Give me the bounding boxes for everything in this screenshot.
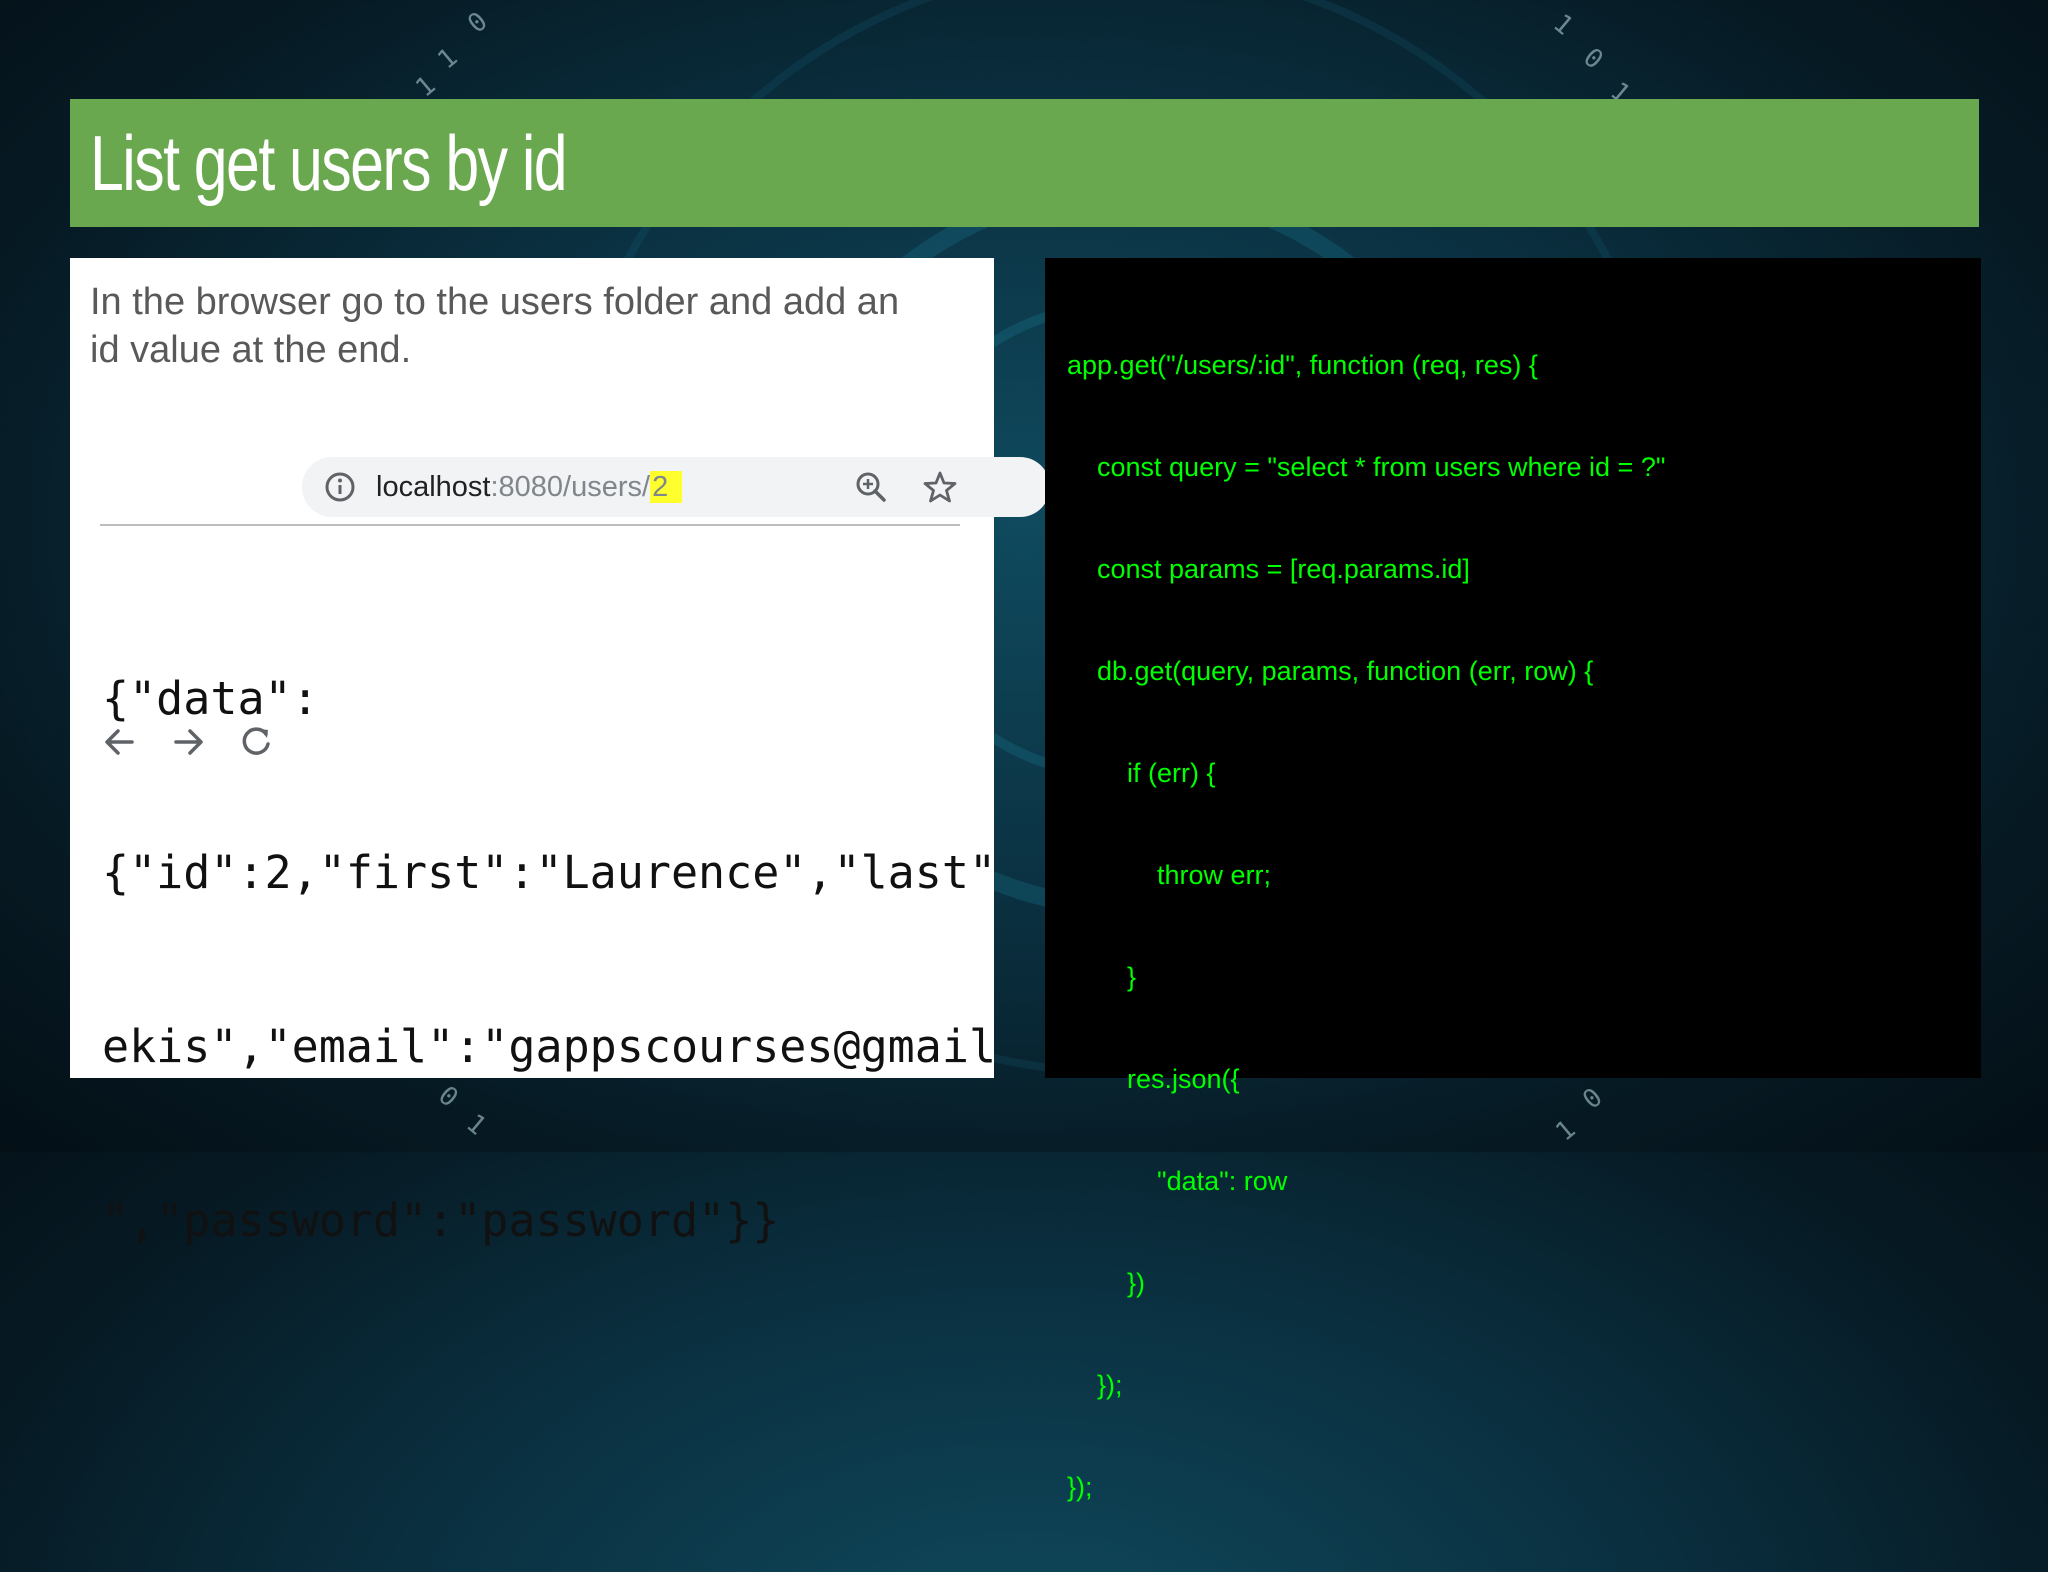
url-host: localhost xyxy=(376,471,491,503)
code-line: db.get(query, params, function (err, row… xyxy=(1067,656,1594,686)
zoom-icon[interactable] xyxy=(854,470,888,504)
instruction-line: In the browser go to the users folder an… xyxy=(90,281,900,323)
code-line: "data": row xyxy=(1067,1166,1288,1196)
code-line: }); xyxy=(1067,1370,1123,1400)
json-line: ekis","email":"gappscourses@gmail xyxy=(102,1020,992,1073)
code-line: const query = "select * from users where… xyxy=(1067,452,1666,482)
code-line: }) xyxy=(1067,1268,1146,1298)
code-line: } xyxy=(1067,962,1137,992)
instruction-line: id value at the end. xyxy=(90,329,412,371)
json-response: {"data": {"id":2,"first":"Laurence","las… xyxy=(102,554,992,1366)
title-bar: List get users by id xyxy=(70,99,1979,227)
info-icon[interactable] xyxy=(324,471,356,503)
address-url[interactable]: localhost:8080/users/2 xyxy=(376,470,683,504)
code-line: const params = [req.params.id] xyxy=(1067,554,1470,584)
code-line: if (err) { xyxy=(1067,758,1216,788)
url-highlighted-id: 2 xyxy=(650,471,683,503)
code-line: throw err; xyxy=(1067,860,1272,890)
code-line: res.json({ xyxy=(1067,1064,1240,1094)
code-line: }); xyxy=(1067,1472,1093,1502)
code-line: app.get("/users/:id", function (req, res… xyxy=(1067,350,1538,380)
json-line: {"id":2,"first":"Laurence","last" xyxy=(102,846,992,899)
url-path: :8080/users/ xyxy=(490,471,651,503)
left-content-panel: In the browser go to the users folder an… xyxy=(70,258,1050,1247)
star-icon[interactable] xyxy=(922,469,958,505)
browser-divider xyxy=(100,524,960,526)
code-block: app.get("/users/:id", function (req, res… xyxy=(1067,280,1665,1572)
json-line: ","password":"password"}} xyxy=(102,1194,780,1247)
instruction-text: In the browser go to the users folder an… xyxy=(90,278,970,374)
json-line: {"data": xyxy=(102,672,319,725)
slide-title: List get users by id xyxy=(90,119,568,207)
code-panel: app.get("/users/:id", function (req, res… xyxy=(1045,258,1981,1502)
